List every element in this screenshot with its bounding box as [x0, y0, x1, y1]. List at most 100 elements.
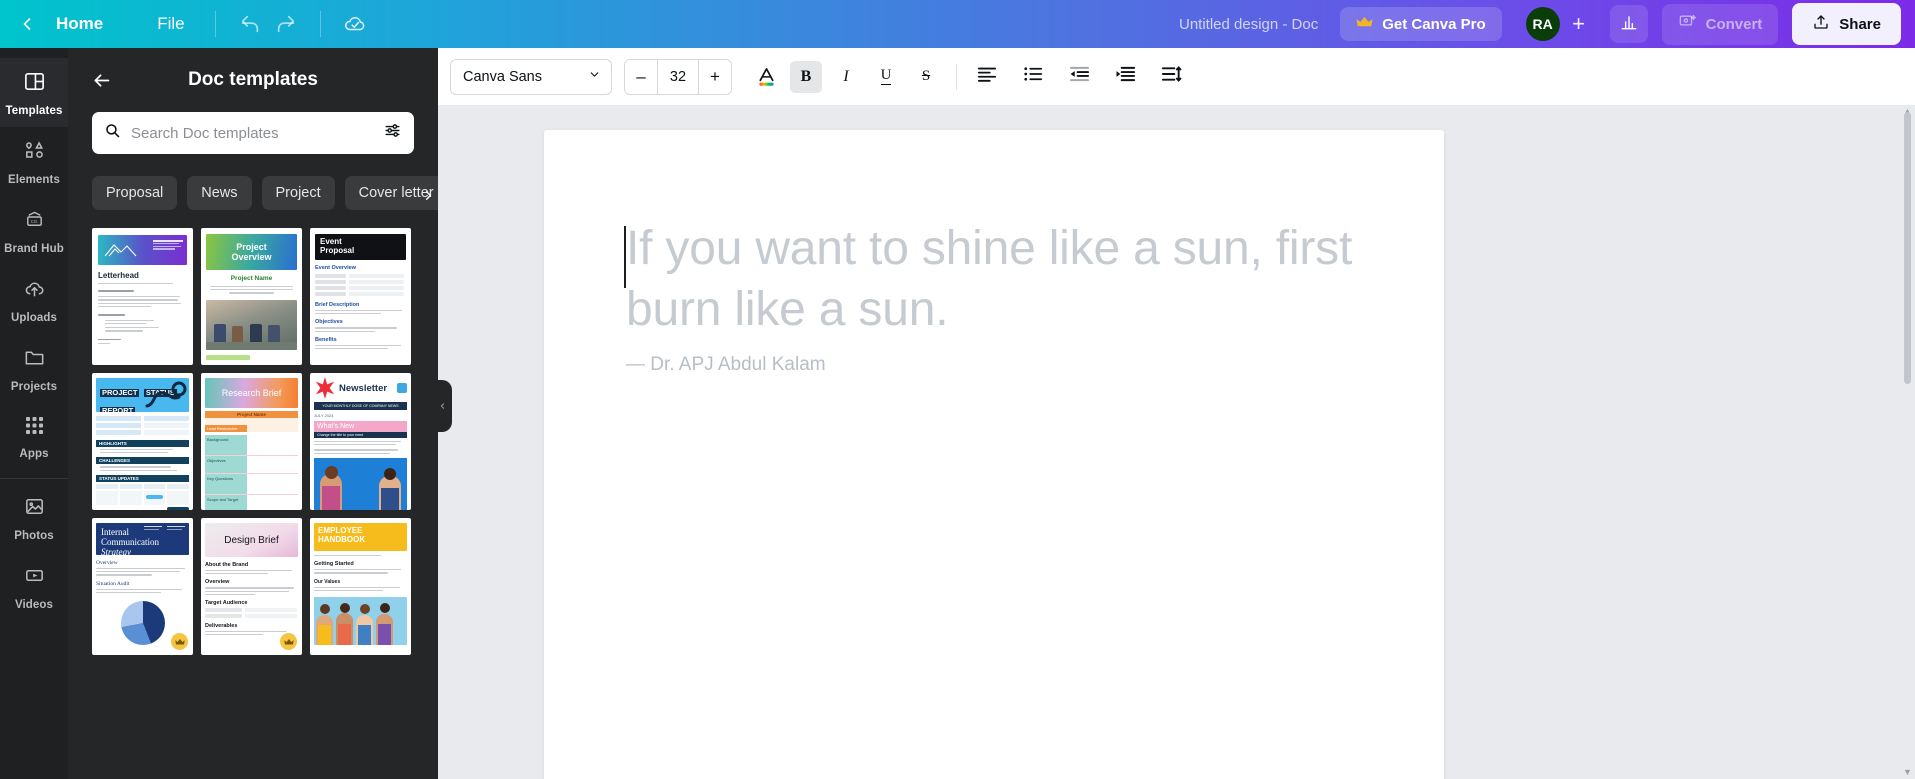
- chips-next-button[interactable]: [418, 183, 438, 207]
- toolbar-divider-2: [319, 11, 321, 37]
- search-bar[interactable]: [92, 112, 414, 154]
- sidebar-item-templates[interactable]: Templates: [0, 58, 68, 127]
- brand-hub-icon: CO.: [23, 208, 46, 236]
- template-card-research-brief[interactable]: Research Brief Project Name Lead Researc…: [201, 373, 302, 510]
- panel-title: Doc templates: [188, 69, 318, 90]
- convert-button[interactable]: Convert: [1661, 3, 1779, 45]
- videos-play-icon: [23, 564, 46, 592]
- bar-chart-icon: [1619, 12, 1639, 37]
- sidebar-item-apps-label: Apps: [19, 448, 49, 460]
- chip-project[interactable]: Project: [261, 176, 335, 210]
- align-left-icon: [977, 65, 997, 88]
- template-card-letterhead[interactable]: Letterhead: [92, 228, 193, 365]
- document-page[interactable]: If you want to shine like a sun, first b…: [544, 130, 1444, 779]
- sidebar-item-elements[interactable]: Elements: [0, 127, 68, 196]
- document-title[interactable]: Untitled design - Doc: [1179, 16, 1318, 33]
- get-canva-pro-label: Get Canva Pro: [1382, 15, 1486, 33]
- svg-text:CO.: CO.: [30, 219, 37, 224]
- rail-divider: [0, 478, 68, 479]
- doc-templates-panel: Doc templates Proposal News Project Cove…: [68, 48, 438, 779]
- template-card-project-overview[interactable]: Project Overview Project Name: [201, 228, 302, 365]
- share-label: Share: [1839, 15, 1881, 33]
- text-color-button[interactable]: [750, 61, 782, 93]
- avatar-initials: RA: [1532, 16, 1553, 32]
- insights-button[interactable]: [1609, 5, 1648, 43]
- search-icon: [104, 122, 121, 144]
- sidebar-item-uploads-label: Uploads: [10, 312, 58, 324]
- document-attribution[interactable]: — Dr. APJ Abdul Kalam: [626, 354, 826, 376]
- chip-proposal[interactable]: Proposal: [92, 176, 178, 210]
- convert-magic-icon: [1678, 13, 1697, 36]
- panel-header: Doc templates: [68, 48, 438, 112]
- uploads-cloud-icon: [23, 277, 46, 305]
- photos-image-icon: [23, 495, 46, 523]
- font-size-input[interactable]: 32: [657, 59, 699, 94]
- template-grid: Letterhead Project Overview Project Name…: [92, 228, 438, 655]
- sidebar-item-photos[interactable]: Photos: [0, 483, 68, 552]
- sidebar-item-templates-label: Templates: [5, 105, 63, 117]
- font-family-select[interactable]: Canva Sans: [450, 58, 612, 95]
- template-card-event-proposal[interactable]: Event Proposal Event Overview Brief Descr…: [310, 228, 411, 365]
- template-card-employee-handbook[interactable]: EMPLOYEE HANDBOOK Getting Started Our Val…: [310, 518, 411, 655]
- add-collaborator-button[interactable]: +: [1564, 9, 1594, 39]
- template-card-project-status-report[interactable]: PROJECT STATUS REPORT HIGHLIGHTS CHALLEN…: [92, 373, 193, 510]
- canvas-scroll-thumb[interactable]: [1904, 112, 1911, 384]
- home-button[interactable]: Home: [44, 8, 115, 40]
- font-size-stepper: – 32 +: [624, 58, 732, 95]
- text-align-button[interactable]: [971, 61, 1003, 93]
- toolbar-divider-1: [214, 11, 216, 37]
- template-card-internal-communication-strategy[interactable]: Internal Communication Strategy Overview…: [92, 518, 193, 655]
- sidebar-item-brand-hub[interactable]: CO. Brand Hub: [0, 196, 68, 265]
- font-family-label: Canva Sans: [463, 68, 542, 85]
- panel-collapse-handle[interactable]: [432, 380, 452, 432]
- templates-icon: [23, 70, 46, 98]
- template-card-design-brief[interactable]: Design Brief About the Brand Overview Ta…: [201, 518, 302, 655]
- plus-icon: +: [1572, 11, 1586, 36]
- cloud-saved-icon[interactable]: [337, 6, 373, 42]
- sidebar-item-videos[interactable]: Videos: [0, 552, 68, 621]
- left-sidebar-rail: Templates Elements CO. Brand Hub Uploads…: [0, 48, 68, 779]
- elements-shapes-icon: [23, 139, 46, 167]
- italic-button[interactable]: I: [830, 61, 862, 93]
- redo-button[interactable]: [268, 6, 304, 42]
- top-bar: Home File Untitled design - Doc Get Canv…: [0, 0, 1915, 48]
- editor-canvas[interactable]: If you want to shine like a sun, first b…: [438, 106, 1915, 779]
- sidebar-item-brand-hub-label: Brand Hub: [4, 243, 64, 255]
- canvas-scrollbar[interactable]: [1904, 112, 1911, 772]
- undo-button[interactable]: [232, 6, 268, 42]
- sidebar-item-videos-label: Videos: [14, 599, 54, 611]
- share-button[interactable]: Share: [1792, 3, 1901, 45]
- sidebar-item-projects[interactable]: Projects: [0, 334, 68, 403]
- file-menu-button[interactable]: File: [143, 8, 198, 40]
- back-button[interactable]: [14, 11, 40, 37]
- bullet-list-button[interactable]: [1017, 61, 1049, 93]
- caret-down-icon[interactable]: ▼: [1903, 767, 1912, 777]
- filter-sliders-icon[interactable]: [383, 121, 402, 145]
- indent-button[interactable]: [1109, 61, 1141, 93]
- line-spacing-button[interactable]: [1155, 61, 1187, 93]
- font-size-increase-button[interactable]: +: [699, 59, 731, 94]
- search-input[interactable]: [131, 124, 373, 142]
- sidebar-item-photos-label: Photos: [14, 530, 54, 542]
- strikethrough-button[interactable]: S: [910, 61, 942, 93]
- sidebar-item-apps[interactable]: Apps: [0, 403, 68, 470]
- bold-button[interactable]: B: [790, 60, 822, 93]
- pro-crown-badge: [280, 633, 297, 650]
- font-size-decrease-button[interactable]: –: [625, 59, 657, 94]
- underline-button[interactable]: U: [870, 61, 902, 93]
- category-chips: Proposal News Project Cover letter: [92, 176, 438, 210]
- outdent-button[interactable]: [1063, 61, 1095, 93]
- document-body-text[interactable]: If you want to shine like a sun, first b…: [626, 218, 1386, 341]
- template-card-newsletter[interactable]: Newsletter YOUR MONTHLY DOSE OF COMPANY …: [310, 373, 411, 510]
- outdent-icon: [1069, 65, 1090, 88]
- avatar[interactable]: RA: [1525, 7, 1560, 41]
- indent-icon: [1115, 65, 1136, 88]
- sidebar-item-uploads[interactable]: Uploads: [0, 265, 68, 334]
- panel-back-button[interactable]: [86, 65, 116, 95]
- projects-folder-icon: [23, 346, 46, 374]
- underline-label: U: [880, 67, 892, 85]
- get-canva-pro-button[interactable]: Get Canva Pro: [1340, 7, 1502, 41]
- chip-news[interactable]: News: [187, 176, 252, 210]
- line-spacing-icon: [1161, 65, 1182, 88]
- apps-grid-icon: [24, 415, 45, 441]
